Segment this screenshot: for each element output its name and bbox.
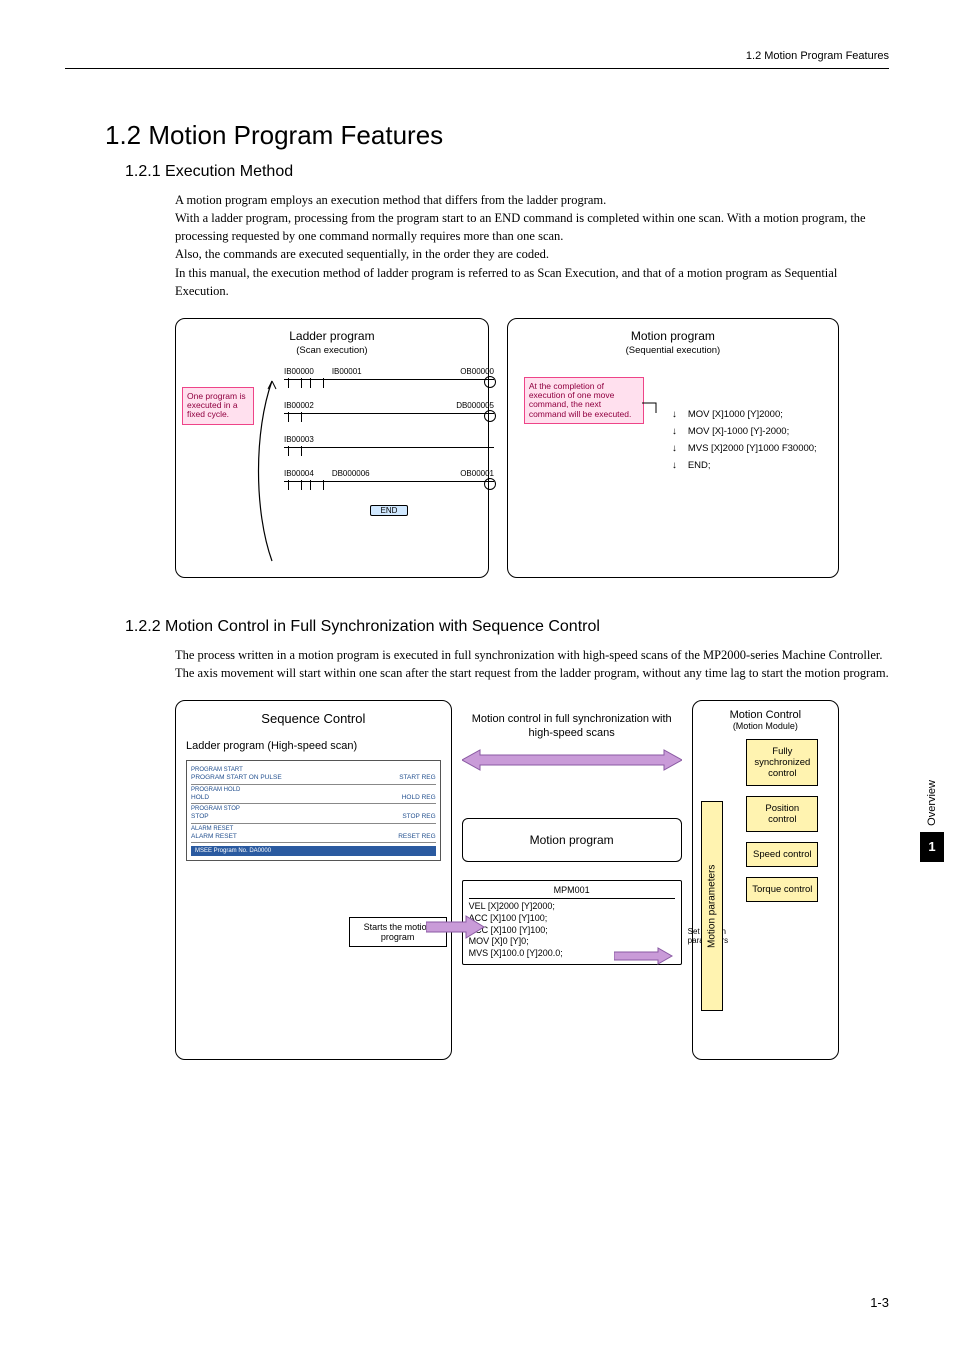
sync-double-arrow-icon [462,747,682,773]
diagram-sync-control: Sequence Control Ladder program (High-sp… [175,700,839,1060]
ladder-rung: IB00002DB000005 [284,401,494,419]
side-tab-number: 1 [920,832,944,862]
section-heading-1-2-2: 1.2.2 Motion Control in Full Synchroniza… [125,618,889,636]
motion-command-list: ↓MOV [X]1000 [Y]2000; ↓MOV [X]-1000 [Y]-2… [672,403,817,477]
control-mode-block: Position control [746,796,818,832]
ladder-high-speed-label: Ladder program (High-speed scan) [186,740,441,752]
sync-title: Motion control in full synchronization w… [462,712,682,741]
motion-command: ↓MOV [X]-1000 [Y]-2000; [672,426,817,437]
start-arrow-icon [426,910,486,944]
sequence-control-title: Sequence Control [186,711,441,726]
control-mode-block: Fully synchronized control [746,739,818,786]
ladder-mini-rung: ALARM RESETRESET REG [191,832,436,844]
ladder-mini-rung: HOLDHOLD REG [191,793,436,805]
header-rule [65,68,889,69]
down-arrow-icon: ↓ [672,443,680,454]
ladder-rung: IB00000IB00001OB00000 [284,367,494,385]
section-1-2-2-body: The process written in a motion program … [175,646,889,682]
panel-right-sub: (Sequential execution) [518,345,828,356]
ladder-end: END [370,505,409,516]
code-line: DCC [X]100 [Y]100; [469,925,675,937]
ladder-rung: IB00004DB000006OB00001 [284,469,494,487]
panel-ladder-program: Ladder program (Scan execution) One prog… [175,318,489,578]
note-scan-cycle: One program is executed in a fixed cycle… [182,387,254,425]
control-mode-block: Torque control [746,877,818,902]
page-number: 1-3 [870,1295,889,1310]
down-arrow-icon: ↓ [672,409,680,420]
code-line: ACC [X]100 [Y]100; [469,913,675,925]
motion-command: ↓MVS [X]2000 [Y]1000 F30000; [672,443,817,454]
panel-sequence-control: Sequence Control Ladder program (High-sp… [175,700,452,1060]
section-heading-1-2-1: 1.2.1 Execution Method [125,163,889,181]
down-arrow-icon: ↓ [672,460,680,471]
down-arrow-icon: ↓ [672,426,680,437]
motion-command: ↓END; [672,460,817,471]
panel-motion-control: Motion Control (Motion Module) Motion pa… [692,700,839,1060]
panel-left-title: Ladder program [186,329,478,343]
connector-icon [642,387,664,415]
ladder-rungs: IB00000IB00001OB00000 IB00002DB000005 IB00… [284,367,494,516]
ladder-program-mini: PROGRAM STARTPROGRAM START ON PULSESTART… [186,760,441,861]
motion-program-box: Motion program [462,818,682,862]
side-tab: Overview 1 [920,780,944,862]
mpm-code-head: MPM001 [469,885,675,900]
side-tab-label: Overview [926,780,938,826]
ladder-mini-rung: PROGRAM START ON PULSESTART REG [191,773,436,785]
section-heading-1-2: 1.2 Motion Program Features [105,120,889,151]
code-line: VEL [X]2000 [Y]2000; [469,901,675,913]
motion-control-sub: (Motion Module) [699,721,832,731]
panel-mid-sync: Motion control in full synchronization w… [462,700,682,1060]
control-mode-block: Speed control [746,842,818,867]
section-1-2-1-body: A motion program employs an execution me… [175,191,889,300]
set-params-arrow-icon [614,946,674,966]
ladder-mini-rung: STOPSTOP REG [191,812,436,824]
header-breadcrumb: 1.2 Motion Program Features [746,50,889,62]
motion-control-title: Motion Control [699,709,832,721]
panel-left-sub: (Scan execution) [186,345,478,356]
panel-right-title: Motion program [518,329,828,343]
note-sequential: At the completion of execution of one mo… [524,377,644,424]
diagram-execution-method: Ladder program (Scan execution) One prog… [175,318,839,578]
motion-parameters-bar: Motion parameters [701,801,723,1011]
panel-motion-program: Motion program (Sequential execution) At… [507,318,839,578]
ladder-rung: IB00003 [284,435,494,453]
motion-command: ↓MOV [X]1000 [Y]2000; [672,409,817,420]
